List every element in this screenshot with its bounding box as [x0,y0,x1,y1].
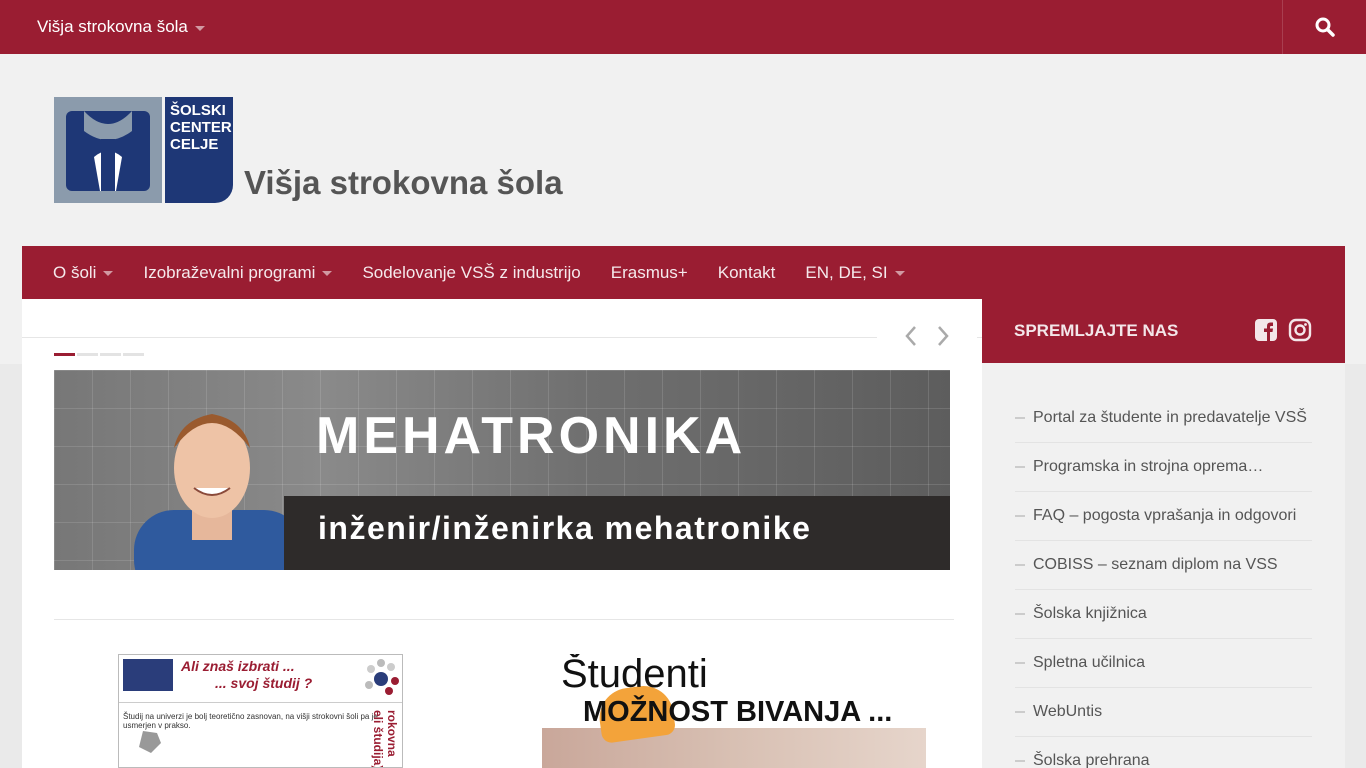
slider-dot[interactable] [123,353,144,356]
nav-item-label: EN, DE, SI [805,262,888,282]
sidebar-link[interactable]: Portal za študente in predavatelje VSŠ [1015,394,1312,443]
person-image [134,414,304,570]
sidebar-link-label: Šolska knjižnica [1033,605,1147,622]
social-icons [1254,318,1312,342]
thumbnail-headline: Študenti [561,654,708,696]
nav-item-label: O šoli [53,262,97,282]
mini-logo [123,659,173,691]
main-content: MEHATRONIKA inženir/inženirka mehatronik… [22,299,982,768]
sidebar-links: Portal za študente in predavatelje VSŠ P… [1015,394,1312,768]
nav-item-label: Sodelovanje VSŠ z industrijo [362,262,581,282]
thumbnail-headline: ... svoj študij ? [215,675,313,691]
search-icon [1315,17,1335,37]
follow-us-header: SPREMLJAJTE NAS [982,299,1345,363]
dash-icon [1015,417,1025,419]
chevron-right-icon[interactable] [936,325,950,347]
sidebar-link[interactable]: FAQ – pogosta vprašanja in odgovori [1015,492,1312,541]
dash-icon [1015,564,1025,566]
site-menu-dropdown[interactable]: Višja strokovna šola [37,17,205,37]
thumbnail-side-text: rokovna eli študija) [371,710,399,768]
nav-item-kontakt[interactable]: Kontakt [718,263,776,283]
slider-dot[interactable] [100,353,121,356]
follow-us-title: SPREMLJAJTE NAS [1014,321,1179,340]
instagram-icon[interactable] [1288,318,1312,342]
dash-icon [1015,662,1025,664]
dots-graphic [365,659,399,695]
slider-dot[interactable] [54,353,75,356]
sidebar-link-label: WebUntis [1033,703,1103,720]
chevron-down-icon [322,271,333,276]
logo-badge: ŠOLSKI CENTER CELJE [165,97,233,203]
site-menu-label: Višja strokovna šola [37,17,188,36]
thumbnail-headline: MOŽNOST BIVANJA ... [583,696,893,728]
banner-title: MEHATRONIKA [316,407,747,465]
sidebar-link-label: Šolska prehrana [1033,752,1150,768]
divider [54,619,954,620]
chevron-down-icon [894,271,905,276]
search-button[interactable] [1282,0,1366,54]
dash-icon [1015,760,1025,762]
nav-item-izobrazevalni-programi[interactable]: Izobraževalni programi [143,262,333,283]
site-logo[interactable]: ŠOLSKI CENTER CELJE Višja strokovna šola [54,97,574,205]
nav-item-label: Erasmus+ [610,262,688,282]
slider-banner[interactable]: MEHATRONIKA inženir/inženirka mehatronik… [54,370,950,570]
nav-item-o-soli[interactable]: O šoli [53,262,114,283]
nav-item-erasmus[interactable]: Erasmus+ [611,263,688,283]
sidebar: Portal za študente in predavatelje VSŠ P… [982,363,1345,768]
sidebar-link-label: Portal za študente in predavatelje VSŠ [1033,409,1307,426]
nav-item-label: Izobraževalni programi [143,262,316,282]
slider-dots [54,353,144,356]
chevron-left-icon[interactable] [904,325,918,347]
top-bar: Višja strokovna šola [0,0,1366,54]
post-thumbnail[interactable]: Študenti MOŽNOST BIVANJA ... [539,654,931,768]
nav-item-sodelovanje[interactable]: Sodelovanje VSŠ z industrijo [362,263,580,283]
chevron-down-icon [194,25,205,31]
sidebar-link-label: COBISS – seznam diplom na VSS [1033,556,1278,573]
slider-dot[interactable] [77,353,98,356]
sidebar-link[interactable]: Šolska prehrana [1015,737,1312,768]
nav-item-label: Kontakt [717,262,776,282]
logo-badge-line: CELJE [170,136,219,153]
chevron-down-icon [103,271,114,276]
dash-icon [1015,613,1025,615]
post-thumbnail[interactable]: Ali znaš izbrati ... ... svoj študij ? Š… [118,654,403,768]
logo-badge-line: CENTER [170,119,232,136]
sidebar-link-label: Programska in strojna oprema… [1033,458,1264,475]
dash-icon [1015,466,1025,468]
sidebar-link[interactable]: COBISS – seznam diplom na VSS [1015,541,1312,590]
sidebar-link-label: FAQ – pogosta vprašanja in odgovori [1033,507,1297,524]
site-title: Višja strokovna šola [244,164,563,201]
sidebar-link[interactable]: WebUntis [1015,688,1312,737]
sidebar-link[interactable]: Šolska knjižnica [1015,590,1312,639]
chart-graphic [139,731,161,753]
dash-icon [1015,711,1025,713]
sidebar-link[interactable]: Spletna učilnica [1015,639,1312,688]
facebook-icon[interactable] [1254,318,1278,342]
sidebar-link[interactable]: Programska in strojna oprema… [1015,443,1312,492]
dash-icon [1015,515,1025,517]
logo-badge-line: ŠOLSKI [170,102,226,119]
sidebar-link-label: Spletna učilnica [1033,654,1146,671]
students-photo [542,728,926,768]
slider-controls [877,319,977,353]
main-navigation: O šoli Izobraževalni programi Sodelovanj… [22,246,1345,299]
logo-emblem [54,97,162,203]
divider [22,337,982,338]
banner-subtitle: inženir/inženirka mehatronike [318,510,812,546]
thumbnail-headline: Ali znaš izbrati ... [181,658,295,674]
nav-item-language[interactable]: EN, DE, SI [805,262,905,283]
